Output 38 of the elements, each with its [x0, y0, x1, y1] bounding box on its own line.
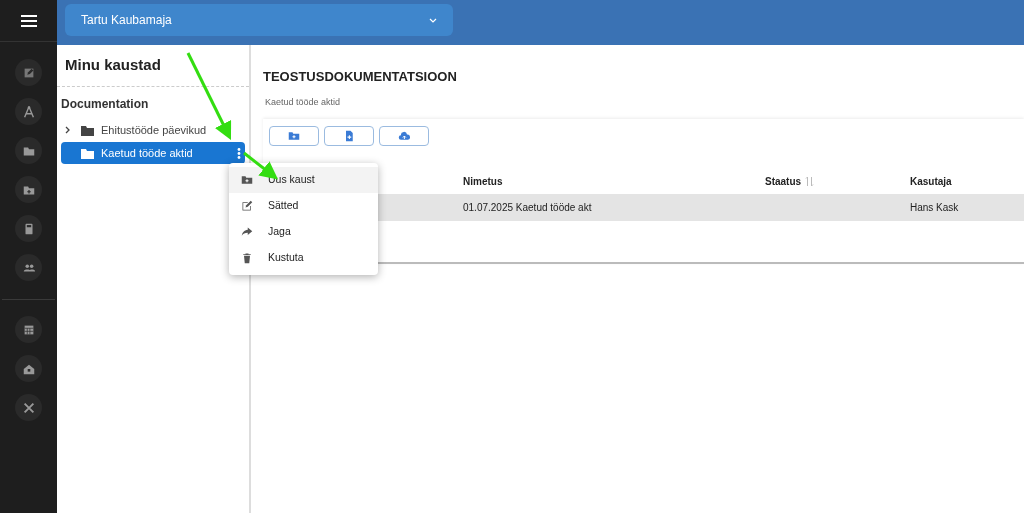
chevron-down-icon	[429, 17, 437, 23]
menu-item[interactable]: Jaga	[229, 219, 378, 245]
users-button[interactable]	[15, 254, 42, 281]
cloud-upload-icon	[398, 130, 410, 142]
edit-icon	[241, 200, 253, 212]
calendar-button[interactable]	[15, 316, 42, 343]
file-plus-icon	[343, 130, 355, 142]
house-button[interactable]	[15, 355, 42, 382]
folder-button[interactable]	[15, 137, 42, 164]
column-header[interactable]: Nimetus	[463, 173, 503, 189]
page-title: TEOSTUSDOKUMENTATSIOON	[263, 68, 458, 86]
edit-button[interactable]	[15, 59, 42, 86]
folder-icon	[81, 124, 94, 136]
panel-title: Minu kaustad	[65, 55, 161, 76]
column-header[interactable]: Staatus	[765, 173, 802, 189]
folder-plus-icon	[241, 174, 253, 186]
tree-item[interactable]: Ehitustööde päevikud	[61, 119, 245, 141]
trash-icon	[241, 252, 253, 264]
table-cell: 01.07.2025 Kaetud tööde akt	[463, 202, 592, 213]
breadcrumb: Kaetud tööde aktid	[265, 95, 342, 109]
folder-icon	[81, 147, 94, 159]
chevron-right-icon[interactable]	[65, 126, 71, 134]
new-file-button[interactable]	[324, 126, 374, 146]
upload-button[interactable]	[379, 126, 429, 146]
folder-plus-button[interactable]	[15, 176, 42, 203]
section-label: Documentation	[60, 96, 150, 113]
menu-item[interactable]: Kustuta	[229, 245, 378, 271]
tree-item[interactable]: Kaetud tööde aktid	[61, 142, 245, 164]
more-vertical-icon[interactable]	[237, 147, 241, 159]
new-folder-button[interactable]	[269, 126, 319, 146]
share-icon	[241, 226, 253, 238]
folder-plus-icon	[288, 130, 300, 142]
menu-icon[interactable]	[20, 14, 37, 27]
calculator-button[interactable]	[15, 215, 42, 242]
project-select[interactable]: Tartu Kaubamaja	[65, 4, 453, 36]
select-value: Tartu Kaubamaja	[81, 12, 172, 29]
column-header[interactable]: Kasutaja	[910, 173, 952, 189]
table-cell: Hans Kask	[910, 202, 959, 213]
